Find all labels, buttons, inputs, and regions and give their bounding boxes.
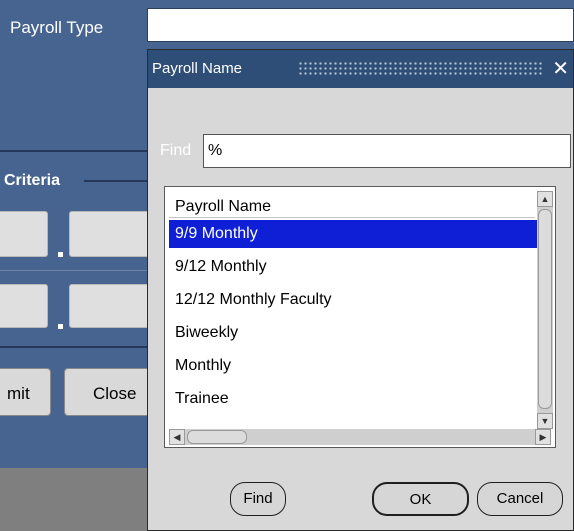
list-item[interactable]: 9/12 Monthly xyxy=(169,253,545,281)
payroll-name-dialog: Payroll Name ✕ Find Payroll Name 9/9 Mon… xyxy=(147,49,574,531)
criteria-field-2a[interactable] xyxy=(0,284,48,328)
scroll-right-icon[interactable]: ▶ xyxy=(535,429,551,445)
find-input[interactable] xyxy=(203,134,571,168)
scrollbar-thumb[interactable] xyxy=(187,430,247,444)
list-item[interactable]: Monthly xyxy=(169,352,545,380)
ok-button[interactable]: OK xyxy=(372,482,469,516)
drag-grip-icon[interactable] xyxy=(298,61,544,77)
dialog-title: Payroll Name xyxy=(152,60,243,77)
list-item[interactable]: Trainee xyxy=(169,385,545,413)
cancel-button[interactable]: Cancel xyxy=(477,482,563,516)
submit-button[interactable]: mit xyxy=(0,368,51,416)
list-item[interactable]: 12/12 Monthly Faculty xyxy=(169,286,545,314)
scrollbar-thumb[interactable] xyxy=(538,209,552,409)
criteria-field-1b[interactable] xyxy=(69,211,153,257)
divider-line xyxy=(0,346,147,348)
close-button[interactable]: Close xyxy=(64,368,154,416)
payroll-type-label: Payroll Type xyxy=(10,18,104,37)
criteria-field-2b[interactable] xyxy=(69,284,153,328)
field-separator-dot xyxy=(58,324,63,329)
payroll-type-field[interactable] xyxy=(147,8,574,42)
list-item[interactable]: 9/9 Monthly xyxy=(169,220,545,248)
payroll-name-list[interactable]: Payroll Name 9/9 Monthly 9/12 Monthly 12… xyxy=(164,186,556,448)
list-header: Payroll Name xyxy=(169,192,535,218)
dialog-title-bar[interactable]: Payroll Name ✕ xyxy=(148,50,573,88)
scroll-down-icon[interactable]: ▼ xyxy=(537,413,553,429)
criteria-divider xyxy=(84,180,147,182)
find-label: Find xyxy=(160,142,192,159)
criteria-label: Criteria xyxy=(4,172,61,189)
row-divider xyxy=(0,270,147,271)
criteria-field-1a[interactable] xyxy=(0,211,48,257)
field-separator-dot xyxy=(58,252,63,257)
find-button[interactable]: Find xyxy=(230,482,286,516)
list-item[interactable]: Biweekly xyxy=(169,319,545,347)
divider-line xyxy=(0,150,147,152)
scroll-up-icon[interactable]: ▲ xyxy=(537,191,553,207)
horizontal-scrollbar[interactable]: ◀ ▶ xyxy=(169,429,551,445)
vertical-scrollbar[interactable]: ▲ ▼ xyxy=(537,191,553,429)
close-icon[interactable]: ✕ xyxy=(552,56,569,81)
scroll-left-icon[interactable]: ◀ xyxy=(169,429,185,445)
